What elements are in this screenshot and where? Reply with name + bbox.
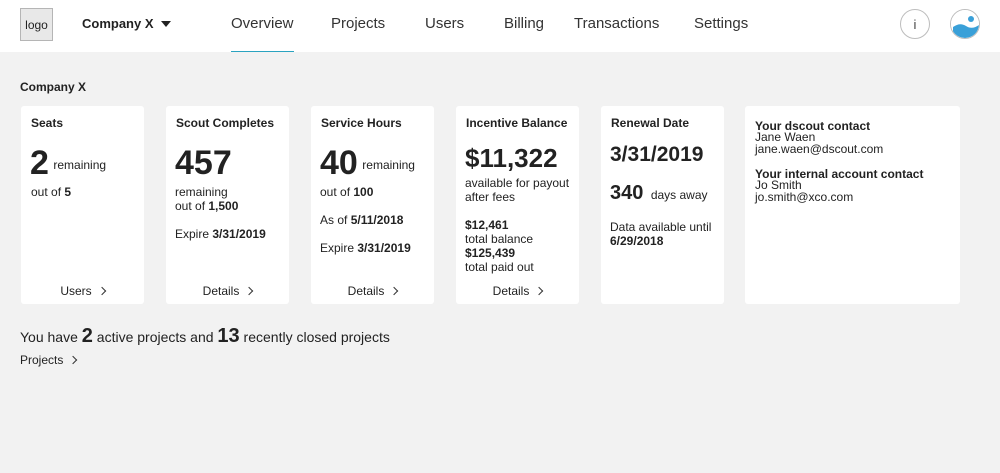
summary-middle: active projects and (96, 329, 214, 345)
chevron-right-icon (97, 286, 106, 296)
scout-completes-total: 1,500 (208, 199, 239, 213)
info-button[interactable]: i (900, 9, 930, 39)
top-navigation-bar: logo Company X Overview Projects Users B… (0, 0, 1000, 52)
seats-remaining-label: remaining (53, 158, 107, 172)
card-title: Seats (31, 116, 64, 130)
link-label: Details (492, 284, 530, 298)
out-of-label: out of (31, 185, 62, 199)
renewal-date-card: Renewal Date 3/31/2019 340 days away Dat… (601, 106, 724, 304)
avatar[interactable] (950, 9, 980, 39)
incentive-details-link[interactable]: Details (456, 284, 579, 298)
total-balance-value: $12,461 (465, 218, 509, 232)
data-available-label: Data available until (610, 220, 712, 234)
expire-date: 3/31/2019 (212, 227, 266, 241)
internal-contact-email[interactable]: jo.smith@xco.com (755, 190, 853, 204)
remaining-label: remaining (175, 185, 228, 199)
data-available-date: 6/29/2018 (610, 234, 664, 248)
expire-label: Expire (175, 227, 210, 241)
seats-card: Seats 2 remaining out of 5 Users (21, 106, 144, 304)
card-title: Scout Completes (176, 116, 275, 130)
card-title: Service Hours (321, 116, 402, 130)
tab-users[interactable]: Users (425, 15, 464, 32)
incentive-amount: $11,322 (465, 143, 558, 173)
active-projects-count: 2 (81, 325, 93, 347)
after-fees-label: after fees (465, 190, 516, 204)
renewal-date: 3/31/2019 (610, 143, 704, 166)
projects-link[interactable]: Projects (20, 353, 78, 367)
service-hours-card: Service Hours 40 remaining out of 100 As… (311, 106, 434, 304)
dscout-contact-email[interactable]: jane.waen@dscout.com (755, 142, 883, 156)
tab-transactions[interactable]: Transactions (574, 15, 659, 32)
closed-projects-count: 13 (217, 325, 240, 347)
tab-overview[interactable]: Overview (231, 15, 294, 52)
card-title: Incentive Balance (466, 116, 568, 130)
logo[interactable]: logo (20, 8, 53, 41)
tab-billing[interactable]: Billing (504, 15, 544, 32)
users-link[interactable]: Users (21, 284, 144, 298)
available-label: available for payout (465, 176, 570, 190)
company-switcher[interactable]: Company X (82, 16, 171, 31)
page-title: Company X (20, 80, 87, 94)
caret-down-icon (160, 20, 171, 27)
seats-count: 2 (30, 144, 49, 182)
tab-projects[interactable]: Projects (331, 15, 385, 32)
remaining-label: remaining (362, 158, 415, 172)
total-paid-label: total paid out (465, 260, 534, 274)
link-label: Details (202, 284, 240, 298)
service-hours-total: 100 (353, 185, 374, 199)
out-of-label: out of (320, 185, 351, 199)
summary-suffix: recently closed projects (243, 329, 390, 345)
incentive-balance-card: Incentive Balance $11,322 available for … (456, 106, 579, 304)
chevron-right-icon (535, 286, 544, 296)
link-label: Details (347, 284, 385, 298)
contacts-card: Your dscout contact Jane Waen jane.waen@… (745, 106, 960, 304)
out-of-label: out of (175, 199, 206, 213)
expire-date: 3/31/2019 (357, 241, 411, 255)
chevron-right-icon (245, 286, 254, 296)
chevron-right-icon (69, 355, 78, 365)
seats-total: 5 (64, 185, 72, 199)
link-label: Users (60, 284, 92, 298)
projects-summary: You have 2 active projects and 13 recent… (20, 325, 390, 348)
card-title: Renewal Date (611, 116, 690, 130)
user-avatar-icon (951, 10, 979, 38)
scout-completes-count: 457 (175, 144, 232, 182)
company-name: Company X (82, 16, 154, 31)
service-details-link[interactable]: Details (311, 284, 434, 298)
chevron-right-icon (390, 286, 399, 296)
total-paid-value: $125,439 (465, 246, 516, 260)
as-of-label: As of (320, 213, 348, 227)
days-away-label: days away (650, 188, 708, 202)
link-label: Projects (20, 353, 64, 367)
total-balance-label: total balance (465, 232, 534, 246)
tab-settings[interactable]: Settings (694, 15, 748, 32)
service-hours-count: 40 (320, 144, 358, 182)
scout-completes-card: Scout Completes 457 remaining out of 1,5… (166, 106, 289, 304)
expire-label: Expire (320, 241, 355, 255)
summary-prefix: You have (20, 329, 78, 345)
as-of-date: 5/11/2018 (350, 213, 404, 227)
days-away-count: 340 (610, 182, 644, 204)
scout-details-link[interactable]: Details (166, 284, 289, 298)
info-icon: i (913, 16, 917, 32)
